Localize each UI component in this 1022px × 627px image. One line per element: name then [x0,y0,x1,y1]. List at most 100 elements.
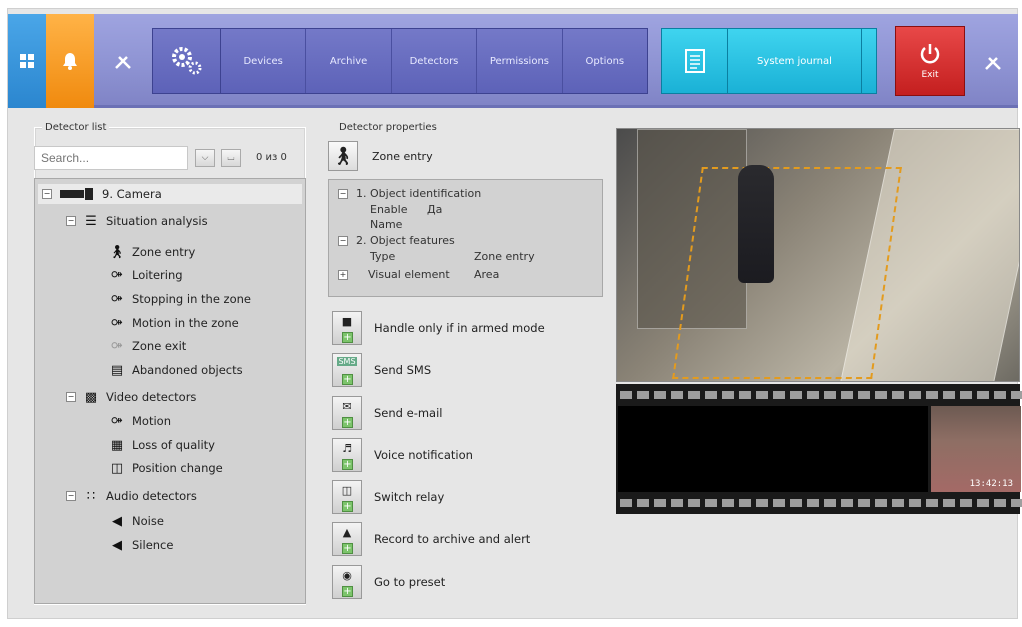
search-next-button[interactable]: ⌵ [195,149,215,167]
camera-video-view[interactable] [616,128,1020,382]
tools-button[interactable] [102,14,144,108]
prop-enable-value[interactable]: Да [427,203,442,216]
selected-detector: 🚶︎ Zone entry [328,138,604,174]
archive-timeline[interactable]: 13:42:13 [616,384,1022,514]
exit-label: Exit [921,70,939,80]
tree-position-change[interactable]: ◫ Position change [110,458,223,478]
tree-silence[interactable]: ◀ Silence [110,535,173,555]
collapse-icon[interactable]: − [42,189,52,199]
nav-archive[interactable]: Archive [306,29,392,93]
standing-person-icon: ⚩ [111,291,123,307]
detector-list-title: Detector list [42,122,110,133]
collapse-icon[interactable]: − [66,216,76,226]
detection-zone[interactable] [672,167,902,379]
film-holes-bottom [616,496,1022,510]
tree-stopping[interactable]: ⚩ Stopping in the zone [110,289,251,309]
apps-tile[interactable] [8,14,46,108]
ptz-camera-icon: ◉ + [332,565,362,599]
walking-person-icon: 🚶︎ [108,244,126,260]
camera-icon [60,186,94,202]
system-journal-button[interactable]: System journal [661,28,877,94]
journal-icon [662,29,728,93]
prop-visual-element[interactable]: + Visual element [338,268,450,281]
group-object-features[interactable]: −2. Object features [338,234,455,247]
tree-label: Zone entry [132,245,196,259]
collapse-icon[interactable]: − [66,392,76,402]
bell-icon [63,53,77,70]
expand-icon[interactable]: + [338,269,348,280]
tree-label: Abandoned objects [132,363,243,377]
selected-detector-name: Zone entry [372,149,433,163]
speaker-icon: ◀ [112,513,122,529]
tree-zone-entry[interactable]: 🚶︎ Zone entry [108,242,196,262]
action-label: Send e-mail [374,406,443,420]
screen-icon: ▦ [110,437,124,453]
film-holes-top [616,388,1022,402]
tree-abandoned-objects[interactable]: ▤ Abandoned objects [110,360,243,380]
tree-label: Zone exit [132,339,187,353]
camera-add-icon: ■ + [332,311,362,345]
briefcase-icon: ▤ [110,362,124,378]
relay-icon: ◫ + [332,480,362,514]
tree-camera[interactable]: − 9. Camera [38,184,302,204]
journal-label: System journal [728,29,862,93]
prop-type-value[interactable]: Zone entry [474,250,535,263]
nav-devices[interactable]: Devices [221,29,307,93]
chevron-down-icon: ⌵ [201,153,209,163]
nav-detectors[interactable]: Detectors [392,29,478,93]
tools-button-right[interactable] [973,44,1013,80]
action-send-sms[interactable]: SMS + Send SMS [332,353,431,387]
tree-loss-of-quality[interactable]: ▦ Loss of quality [110,435,215,455]
audio-icon: ∷ [86,488,96,504]
position-icon: ◫ [110,460,124,476]
tree-label: Video detectors [106,390,197,404]
journal-edge [862,29,876,93]
action-send-email[interactable]: ✉ + Send e-mail [332,396,442,430]
grid-icon [20,54,34,68]
action-label: Voice notification [374,448,473,462]
alarm-tile[interactable] [46,14,94,108]
collapse-icon[interactable]: − [66,491,76,501]
nav-options[interactable]: Options [563,29,647,93]
action-armed-mode[interactable]: ■ + Handle only if in armed mode [332,311,545,345]
tree-label: Noise [132,514,164,528]
running-person-icon: ⚩ [111,315,123,331]
speaker-icon: ♬ + [332,438,362,472]
tree-motion[interactable]: ⚩ Motion [110,411,171,431]
tree-situation-analysis[interactable]: − ☰ Situation analysis [66,211,208,231]
action-voice-notification[interactable]: ♬ + Voice notification [332,438,473,472]
tree-label: Position change [132,461,223,475]
properties-title: Detector properties [336,122,440,133]
tree-loitering[interactable]: ⚩ Loitering [110,265,183,285]
tree-motion-zone[interactable]: ⚩ Motion in the zone [110,313,239,333]
exit-button[interactable]: Exit [895,26,965,96]
archive-thumbnail[interactable]: 13:42:13 [931,406,1021,492]
tree-noise[interactable]: ◀ Noise [110,511,164,531]
gears-icon [171,47,201,75]
action-record-alert[interactable]: ▲ + Record to archive and alert [332,522,530,556]
envelope-icon: ✉ + [332,396,362,430]
group-object-identification[interactable]: −1. Object identification [338,187,481,200]
thumbnail-timestamp: 13:42:13 [969,479,1013,489]
nav-permissions[interactable]: Permissions [477,29,563,93]
tree-audio-detectors[interactable]: − ∷ Audio detectors [66,486,197,506]
search-input[interactable] [34,146,188,170]
film-icon: ▩ [84,389,98,405]
settings-button[interactable] [153,29,221,93]
exit-person-icon: ⚩ [111,338,123,354]
person-figure [738,165,774,283]
tree-video-detectors[interactable]: − ▩ Video detectors [66,387,196,407]
action-switch-relay[interactable]: ◫ + Switch relay [332,480,444,514]
tools-icon [115,56,131,69]
tree-label: Motion [132,414,171,428]
collapse-icon[interactable]: − [338,235,348,246]
group-label: 2. Object features [356,234,455,247]
list-icon: ☰ [85,213,97,229]
tree-zone-exit[interactable]: ⚩ Zone exit [110,336,187,356]
collapse-icon[interactable]: − [338,188,348,199]
settings-nav: Devices Archive Detectors Permissions Op… [152,28,648,94]
search-prev-button[interactable]: ⌴ [221,149,241,167]
tools-icon [985,57,1001,70]
prop-visual-value[interactable]: Area [474,268,499,281]
action-go-to-preset[interactable]: ◉ + Go to preset [332,565,445,599]
